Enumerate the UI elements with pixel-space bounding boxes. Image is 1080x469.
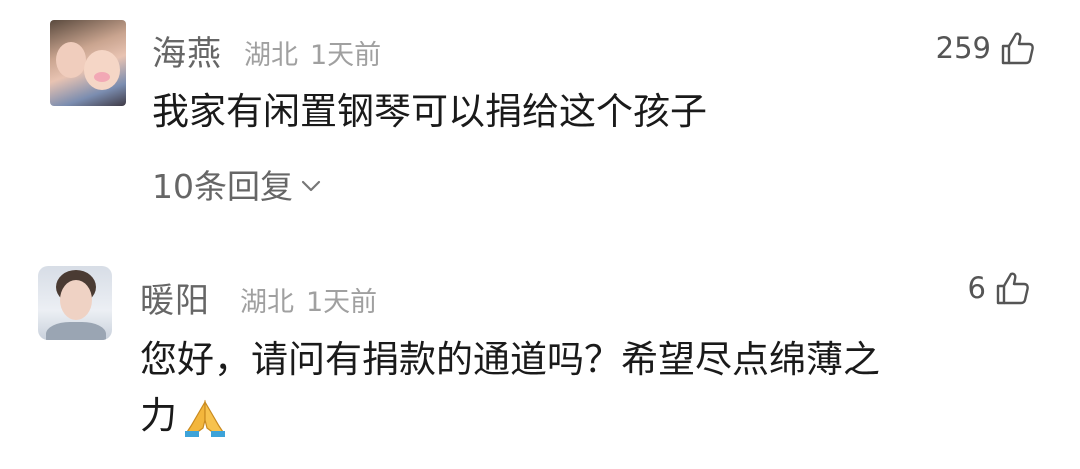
comment-meta: 湖北 1天前 — [244, 33, 381, 72]
avatar[interactable] — [50, 20, 126, 106]
comment-text-line: 力 — [140, 388, 1060, 444]
like-button[interactable]: 6 — [968, 270, 1030, 306]
commenter-name[interactable]: 暖阳 — [140, 273, 210, 322]
replies-count: 10条回复 — [152, 167, 293, 206]
chevron-down-icon — [301, 180, 321, 192]
avatar[interactable] — [38, 266, 112, 340]
comment-text-tail: 力 — [140, 394, 177, 437]
like-count: 6 — [967, 271, 986, 305]
thumbs-up-icon[interactable] — [994, 270, 1030, 306]
comment-item: 暖阳 湖北 1天前 6 您好，请问有捐款的通道吗？希望尽点绵薄之 力 — [0, 240, 1080, 469]
like-button[interactable]: 259 — [936, 30, 1035, 66]
comment-item: 海燕 湖北 1天前 259 我家有闲置钢琴可以捐给这个孩子 10条回复 — [0, 0, 1080, 240]
comment-text: 您好，请问有捐款的通道吗？希望尽点绵薄之 力 — [140, 332, 1060, 444]
comment-location: 湖北 — [240, 287, 294, 318]
comment-text-line: 您好，请问有捐款的通道吗？希望尽点绵薄之 — [140, 338, 880, 381]
comment-text: 我家有闲置钢琴可以捐给这个孩子 — [152, 90, 707, 133]
folded-hands-emoji-icon — [185, 399, 225, 437]
thumbs-up-icon[interactable] — [999, 30, 1035, 66]
comment-location: 湖北 — [244, 40, 298, 71]
like-count: 259 — [935, 31, 991, 65]
commenter-name[interactable]: 海燕 — [152, 26, 222, 75]
comment-time: 1天前 — [306, 287, 378, 318]
view-replies-button[interactable]: 10条回复 — [152, 160, 321, 208]
comment-time: 1天前 — [310, 40, 382, 71]
comment-meta: 湖北 1天前 — [240, 280, 377, 319]
